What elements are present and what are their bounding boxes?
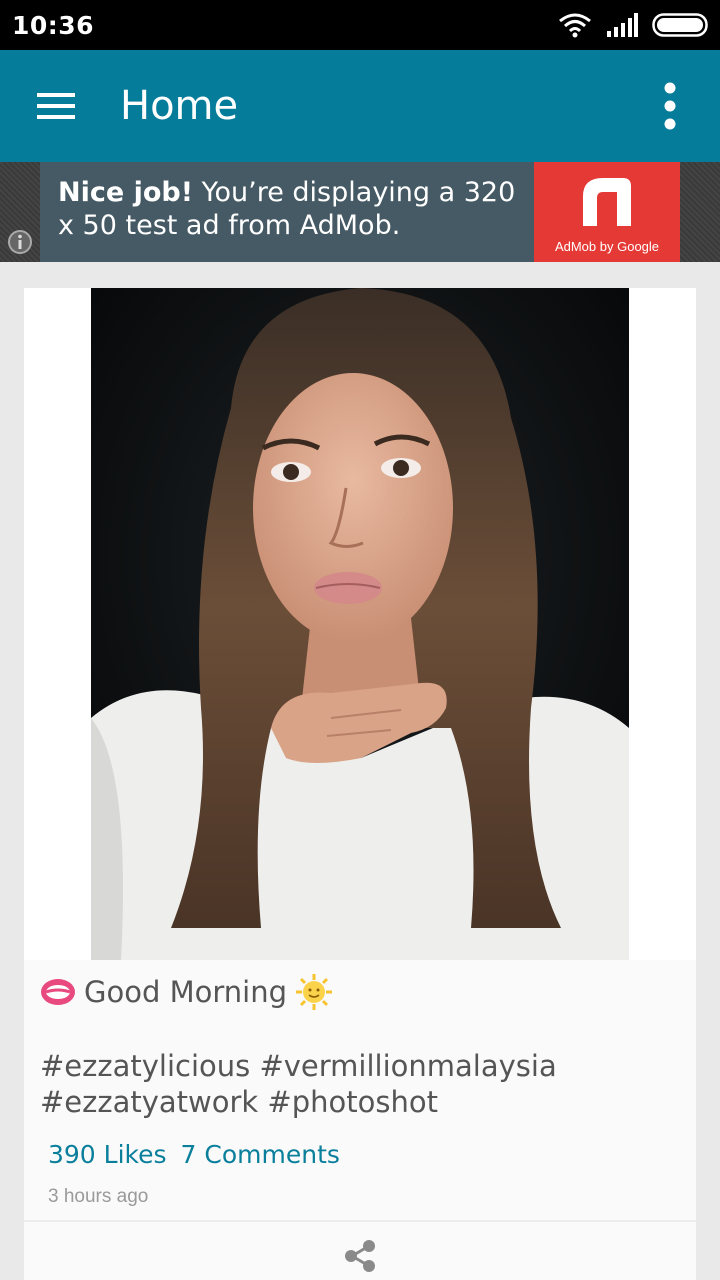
more-vert-icon bbox=[664, 82, 676, 130]
wifi-icon bbox=[559, 13, 591, 38]
admob-brand-label: AdMob by Google bbox=[554, 239, 660, 254]
post-photo[interactable] bbox=[91, 288, 629, 960]
status-icons bbox=[558, 10, 708, 40]
menu-button[interactable] bbox=[22, 78, 90, 134]
post-stats: 390 Likes 7 Comments bbox=[48, 1140, 340, 1169]
sun-face-icon bbox=[296, 974, 332, 1010]
ad-headline: Nice job! bbox=[58, 177, 194, 208]
hamburger-icon bbox=[37, 93, 75, 119]
status-bar: 10:36 bbox=[0, 0, 720, 50]
comments-link[interactable]: 7 Comments bbox=[181, 1140, 340, 1169]
likes-link[interactable]: 390 Likes bbox=[48, 1140, 167, 1169]
status-time: 10:36 bbox=[12, 11, 95, 40]
post-photo-frame bbox=[24, 288, 696, 960]
app-bar: Home bbox=[0, 50, 720, 162]
portrait-image bbox=[91, 288, 629, 960]
ad-banner[interactable]: Nice job! You’re displaying a 320 x 50 t… bbox=[40, 162, 534, 262]
page-title: Home bbox=[120, 83, 239, 129]
share-icon bbox=[345, 1240, 375, 1272]
caption-text: Good Morning bbox=[84, 975, 287, 1009]
post-timestamp: 3 hours ago bbox=[48, 1186, 149, 1207]
signal-icon bbox=[607, 13, 638, 37]
post-caption: Good Morning #ezzatylicious #vermillionm… bbox=[40, 974, 680, 1120]
admob-logo[interactable]: AdMob by Google bbox=[534, 162, 680, 262]
ad-info-icon[interactable] bbox=[6, 228, 34, 256]
admob-logo-icon bbox=[583, 178, 631, 226]
battery-icon bbox=[652, 13, 708, 37]
kiss-lips-icon bbox=[41, 979, 75, 1005]
share-button[interactable] bbox=[340, 1238, 380, 1274]
divider bbox=[24, 1220, 696, 1222]
overflow-menu-button[interactable] bbox=[642, 76, 698, 136]
post-card: Good Morning #ezzatylicious #vermillionm… bbox=[24, 288, 696, 1280]
caption-hashtags: #ezzatylicious #vermillionmalaysia #ezza… bbox=[40, 1049, 557, 1119]
